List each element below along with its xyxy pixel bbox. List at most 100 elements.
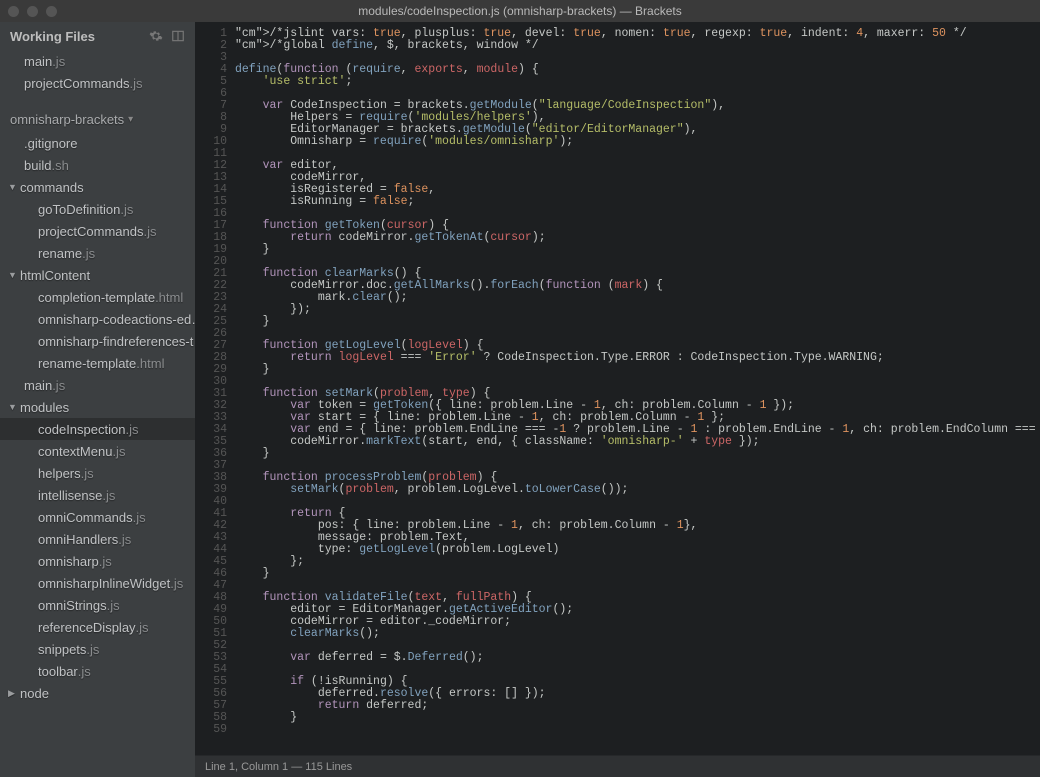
tree-file-item[interactable]: rename-template.html — [0, 352, 195, 374]
disclosure-triangle-icon: ▶ — [8, 688, 18, 699]
gear-icon[interactable] — [149, 29, 163, 43]
total-lines: 115 Lines — [305, 761, 352, 773]
chevron-down-icon: ▾ — [128, 114, 133, 125]
folder-name: htmlContent — [20, 268, 90, 283]
project-dropdown[interactable]: omnisharp-brackets ▾ — [0, 106, 195, 132]
file-ext: .js — [52, 54, 65, 69]
file-ext: .html — [155, 290, 183, 305]
file-ext: .html — [136, 356, 164, 371]
title-bar: modules/codeInspection.js (omnisharp-bra… — [0, 0, 1040, 22]
file-name: build — [24, 158, 51, 173]
file-name: snippets — [38, 642, 86, 657]
tree-file-item[interactable]: completion-template.html — [0, 286, 195, 308]
working-files-label: Working Files — [10, 29, 95, 44]
split-view-icon[interactable] — [171, 29, 185, 43]
file-name: completion-template — [38, 290, 155, 305]
file-ext: .js — [112, 444, 125, 459]
working-files-header: Working Files — [0, 22, 195, 50]
project-tree: .gitignorebuild.sh▼commandsgoToDefinitio… — [0, 132, 195, 777]
tree-file-item[interactable]: toolbar.js — [0, 660, 195, 682]
file-ext: .js — [78, 664, 91, 679]
file-name: goToDefinition — [38, 202, 120, 217]
minimize-window-button[interactable] — [27, 6, 38, 17]
window-controls — [8, 6, 57, 17]
file-ext: .js — [81, 466, 94, 481]
file-ext: .js — [144, 224, 157, 239]
file-ext: .js — [99, 554, 112, 569]
file-ext: .js — [52, 378, 65, 393]
file-name: contextMenu — [38, 444, 112, 459]
status-bar: Line 1, Column 1 — 115 Lines INS JavaScr… — [195, 755, 1040, 777]
tree-file-item[interactable]: rename.js — [0, 242, 195, 264]
zoom-window-button[interactable] — [46, 6, 57, 17]
file-ext: .js — [118, 532, 131, 547]
folder-name: commands — [20, 180, 84, 195]
file-ext: .js — [136, 620, 149, 635]
file-name: intellisense — [38, 488, 102, 503]
close-window-button[interactable] — [8, 6, 19, 17]
folder-item[interactable]: ▼commands — [0, 176, 195, 198]
file-ext: .js — [170, 576, 183, 591]
working-file-item[interactable]: projectCommands.js — [0, 72, 195, 94]
sidebar: Working Files main.jsprojectCommands.js … — [0, 22, 195, 777]
tree-file-item[interactable]: contextMenu.js — [0, 440, 195, 462]
tree-file-item[interactable]: omniCommands.js — [0, 506, 195, 528]
window-title: modules/codeInspection.js (omnisharp-bra… — [0, 4, 1040, 18]
file-ext: .js — [120, 202, 133, 217]
tree-file-item[interactable]: omnisharp-findreferences-t… — [0, 330, 195, 352]
folder-item[interactable]: ▶node — [0, 682, 195, 704]
tree-file-item[interactable]: snippets.js — [0, 638, 195, 660]
file-ext: .js — [102, 488, 115, 503]
tree-file-item[interactable]: .gitignore — [0, 132, 195, 154]
file-ext: .js — [86, 642, 99, 657]
tree-file-item[interactable]: referenceDisplay.js — [0, 616, 195, 638]
status-cursor[interactable]: Line 1, Column 1 — 115 Lines — [195, 761, 1040, 773]
folder-item[interactable]: ▼modules — [0, 396, 195, 418]
file-name: .gitignore — [24, 136, 77, 151]
file-name: main — [24, 54, 52, 69]
file-name: projectCommands — [24, 76, 130, 91]
tree-file-item[interactable]: goToDefinition.js — [0, 198, 195, 220]
cursor-position: Line 1, Column 1 — [205, 761, 288, 773]
file-name: referenceDisplay — [38, 620, 136, 635]
file-name: omnisharp-findreferences-t… — [38, 334, 195, 349]
file-ext: .js — [125, 422, 138, 437]
code-content[interactable]: "cm">/*jslint vars: true, plusplus: true… — [235, 28, 1040, 755]
tree-file-item[interactable]: intellisense.js — [0, 484, 195, 506]
file-name: omniCommands — [38, 510, 133, 525]
disclosure-triangle-icon: ▼ — [8, 182, 18, 192]
tree-file-item[interactable]: helpers.js — [0, 462, 195, 484]
tree-file-item[interactable]: omnisharp-codeactions-ed… — [0, 308, 195, 330]
file-ext: .js — [130, 76, 143, 91]
file-name: codeInspection — [38, 422, 125, 437]
file-name: helpers — [38, 466, 81, 481]
tree-file-item[interactable]: omnisharpInlineWidget.js — [0, 572, 195, 594]
disclosure-triangle-icon: ▼ — [8, 270, 18, 280]
file-ext: .js — [107, 598, 120, 613]
file-name: omnisharp — [38, 554, 99, 569]
tree-file-item[interactable]: omnisharp.js — [0, 550, 195, 572]
tree-file-item[interactable]: main.js — [0, 374, 195, 396]
editor-area: 1234567891011121314151617181920212223242… — [195, 22, 1040, 777]
file-name: projectCommands — [38, 224, 144, 239]
code-editor[interactable]: 1234567891011121314151617181920212223242… — [195, 22, 1040, 755]
file-name: rename — [38, 246, 82, 261]
disclosure-triangle-icon: ▼ — [8, 402, 18, 412]
working-files-list: main.jsprojectCommands.js — [0, 50, 195, 94]
folder-item[interactable]: ▼htmlContent — [0, 264, 195, 286]
tree-file-item[interactable]: build.sh — [0, 154, 195, 176]
tree-file-item[interactable]: omniStrings.js — [0, 594, 195, 616]
tree-file-item[interactable]: projectCommands.js — [0, 220, 195, 242]
tree-file-item[interactable]: codeInspection.js — [0, 418, 195, 440]
project-name: omnisharp-brackets — [10, 112, 124, 127]
file-ext: .js — [82, 246, 95, 261]
file-name: omnisharpInlineWidget — [38, 576, 170, 591]
working-file-item[interactable]: main.js — [0, 50, 195, 72]
folder-name: modules — [20, 400, 69, 415]
file-ext: .js — [133, 510, 146, 525]
file-name: main — [24, 378, 52, 393]
file-name: omniStrings — [38, 598, 107, 613]
tree-file-item[interactable]: omniHandlers.js — [0, 528, 195, 550]
file-ext: .sh — [51, 158, 68, 173]
file-name: omnisharp-codeactions-ed… — [38, 312, 195, 327]
